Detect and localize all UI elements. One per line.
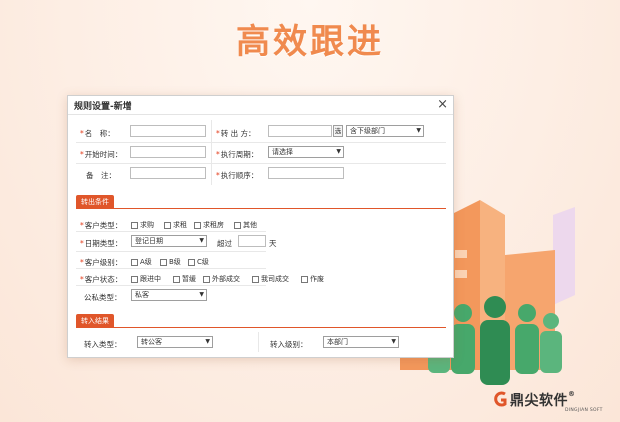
- divider: [211, 120, 212, 185]
- days-unit: 天: [269, 239, 277, 248]
- brand-subtitle: DINGJIAN SOFT: [565, 408, 603, 413]
- date-type-value: 登记日期: [135, 237, 163, 245]
- customer-level-c[interactable]: C级: [188, 257, 209, 267]
- customer-type-label: *客户类型：: [80, 221, 123, 230]
- transfer-pick-button[interactable]: 选: [333, 125, 343, 137]
- chevron-down-icon: ▼: [391, 338, 396, 345]
- in-level-value: 本部门: [327, 338, 348, 346]
- date-type-select[interactable]: 登记日期 ▼: [131, 235, 207, 247]
- brand-logo-icon: [494, 391, 507, 407]
- divider: [76, 285, 266, 286]
- pubpriv-label: 公私类型：: [84, 293, 122, 302]
- customer-type-rent[interactable]: 求租: [164, 220, 187, 230]
- chevron-down-icon: ▼: [416, 127, 421, 134]
- dialog-titlebar: 规则设置-新增 ×: [68, 96, 453, 115]
- customer-type-buy[interactable]: 求购: [131, 220, 154, 230]
- chevron-down-icon: ▼: [205, 338, 210, 345]
- customer-level-b[interactable]: B级: [160, 257, 181, 267]
- in-type-value: 转公客: [141, 338, 162, 346]
- remark-label: 备 注：: [86, 171, 116, 180]
- checkbox[interactable]: [131, 275, 138, 283]
- in-type-select[interactable]: 转公客 ▼: [137, 336, 213, 348]
- status-following[interactable]: 跟进中: [131, 274, 161, 284]
- start-time-label: *开始时间：: [80, 150, 123, 159]
- checkbox[interactable]: [203, 275, 210, 283]
- name-input[interactable]: [130, 125, 206, 137]
- transfer-conditions-tab: 转出条件: [76, 195, 114, 209]
- customer-level-label: *客户级别：: [80, 258, 123, 267]
- date-type-label: *日期类型：: [80, 239, 123, 248]
- status-void[interactable]: 作废: [301, 274, 324, 284]
- transfer-conditions-section: 转出条件: [76, 195, 446, 209]
- name-label: *名 称：: [80, 129, 115, 138]
- checkbox[interactable]: [234, 221, 241, 229]
- exec-period-select[interactable]: 请选择 ▼: [268, 146, 344, 158]
- divider: [76, 268, 266, 269]
- status-external-deal[interactable]: 外部成交: [203, 274, 240, 284]
- checkbox[interactable]: [131, 258, 138, 266]
- chevron-down-icon: ▼: [199, 291, 204, 298]
- customer-level-a[interactable]: A级: [131, 257, 152, 267]
- exec-period-value: 请选择: [272, 148, 293, 156]
- in-type-label: 转入类型：: [84, 340, 122, 349]
- checkbox[interactable]: [164, 221, 171, 229]
- chevron-down-icon: ▼: [199, 237, 204, 244]
- dept-scope-select[interactable]: 含下级部门 ▼: [346, 125, 424, 137]
- checkbox[interactable]: [301, 275, 308, 283]
- customer-type-other[interactable]: 其他: [234, 220, 257, 230]
- start-time-input[interactable]: [130, 146, 206, 158]
- exec-order-label: *执行顺序：: [216, 171, 259, 180]
- rule-settings-dialog: 规则设置-新增 × *名 称： *转 出 方： 选 含下级部门 ▼ *开始时间： …: [67, 95, 454, 358]
- checkbox[interactable]: [252, 275, 259, 283]
- dept-scope-value: 含下级部门: [350, 127, 385, 135]
- chevron-down-icon: ▼: [336, 148, 341, 155]
- brand-name: 鼎尖软件®: [510, 390, 576, 409]
- exec-order-input[interactable]: [268, 167, 344, 179]
- divider: [76, 163, 446, 164]
- transfer-from-label: *转 出 方：: [216, 129, 256, 138]
- exec-period-label: *执行周期：: [216, 150, 259, 159]
- divider: [76, 231, 266, 232]
- checkbox[interactable]: [188, 258, 195, 266]
- close-icon[interactable]: ×: [437, 96, 448, 114]
- checkbox[interactable]: [131, 221, 138, 229]
- transfer-result-tab: 转入结果: [76, 314, 114, 328]
- remark-input[interactable]: [130, 167, 206, 179]
- status-our-deal[interactable]: 我司成交: [252, 274, 289, 284]
- status-paused[interactable]: 暂缓: [173, 274, 196, 284]
- transfer-result-section: 转入结果: [76, 314, 446, 328]
- transfer-from-input[interactable]: [268, 125, 332, 137]
- checkbox[interactable]: [194, 221, 201, 229]
- divider: [76, 251, 266, 252]
- hero-title: 高效跟进: [236, 22, 384, 62]
- exceed-label: 超过: [217, 239, 232, 248]
- in-level-select[interactable]: 本部门 ▼: [323, 336, 399, 348]
- exceed-days-input[interactable]: [238, 235, 266, 247]
- customer-status-label: *客户状态：: [80, 275, 123, 284]
- building-back: [553, 207, 575, 305]
- divider: [76, 142, 446, 143]
- checkbox[interactable]: [160, 258, 167, 266]
- customer-type-rent-house[interactable]: 求租房: [194, 220, 224, 230]
- pubpriv-select[interactable]: 私客 ▼: [131, 289, 207, 301]
- divider: [258, 332, 259, 352]
- checkbox[interactable]: [173, 275, 180, 283]
- pubpriv-value: 私客: [135, 291, 149, 299]
- in-level-label: 转入级别：: [270, 340, 308, 349]
- dialog-title: 规则设置-新增: [74, 102, 132, 112]
